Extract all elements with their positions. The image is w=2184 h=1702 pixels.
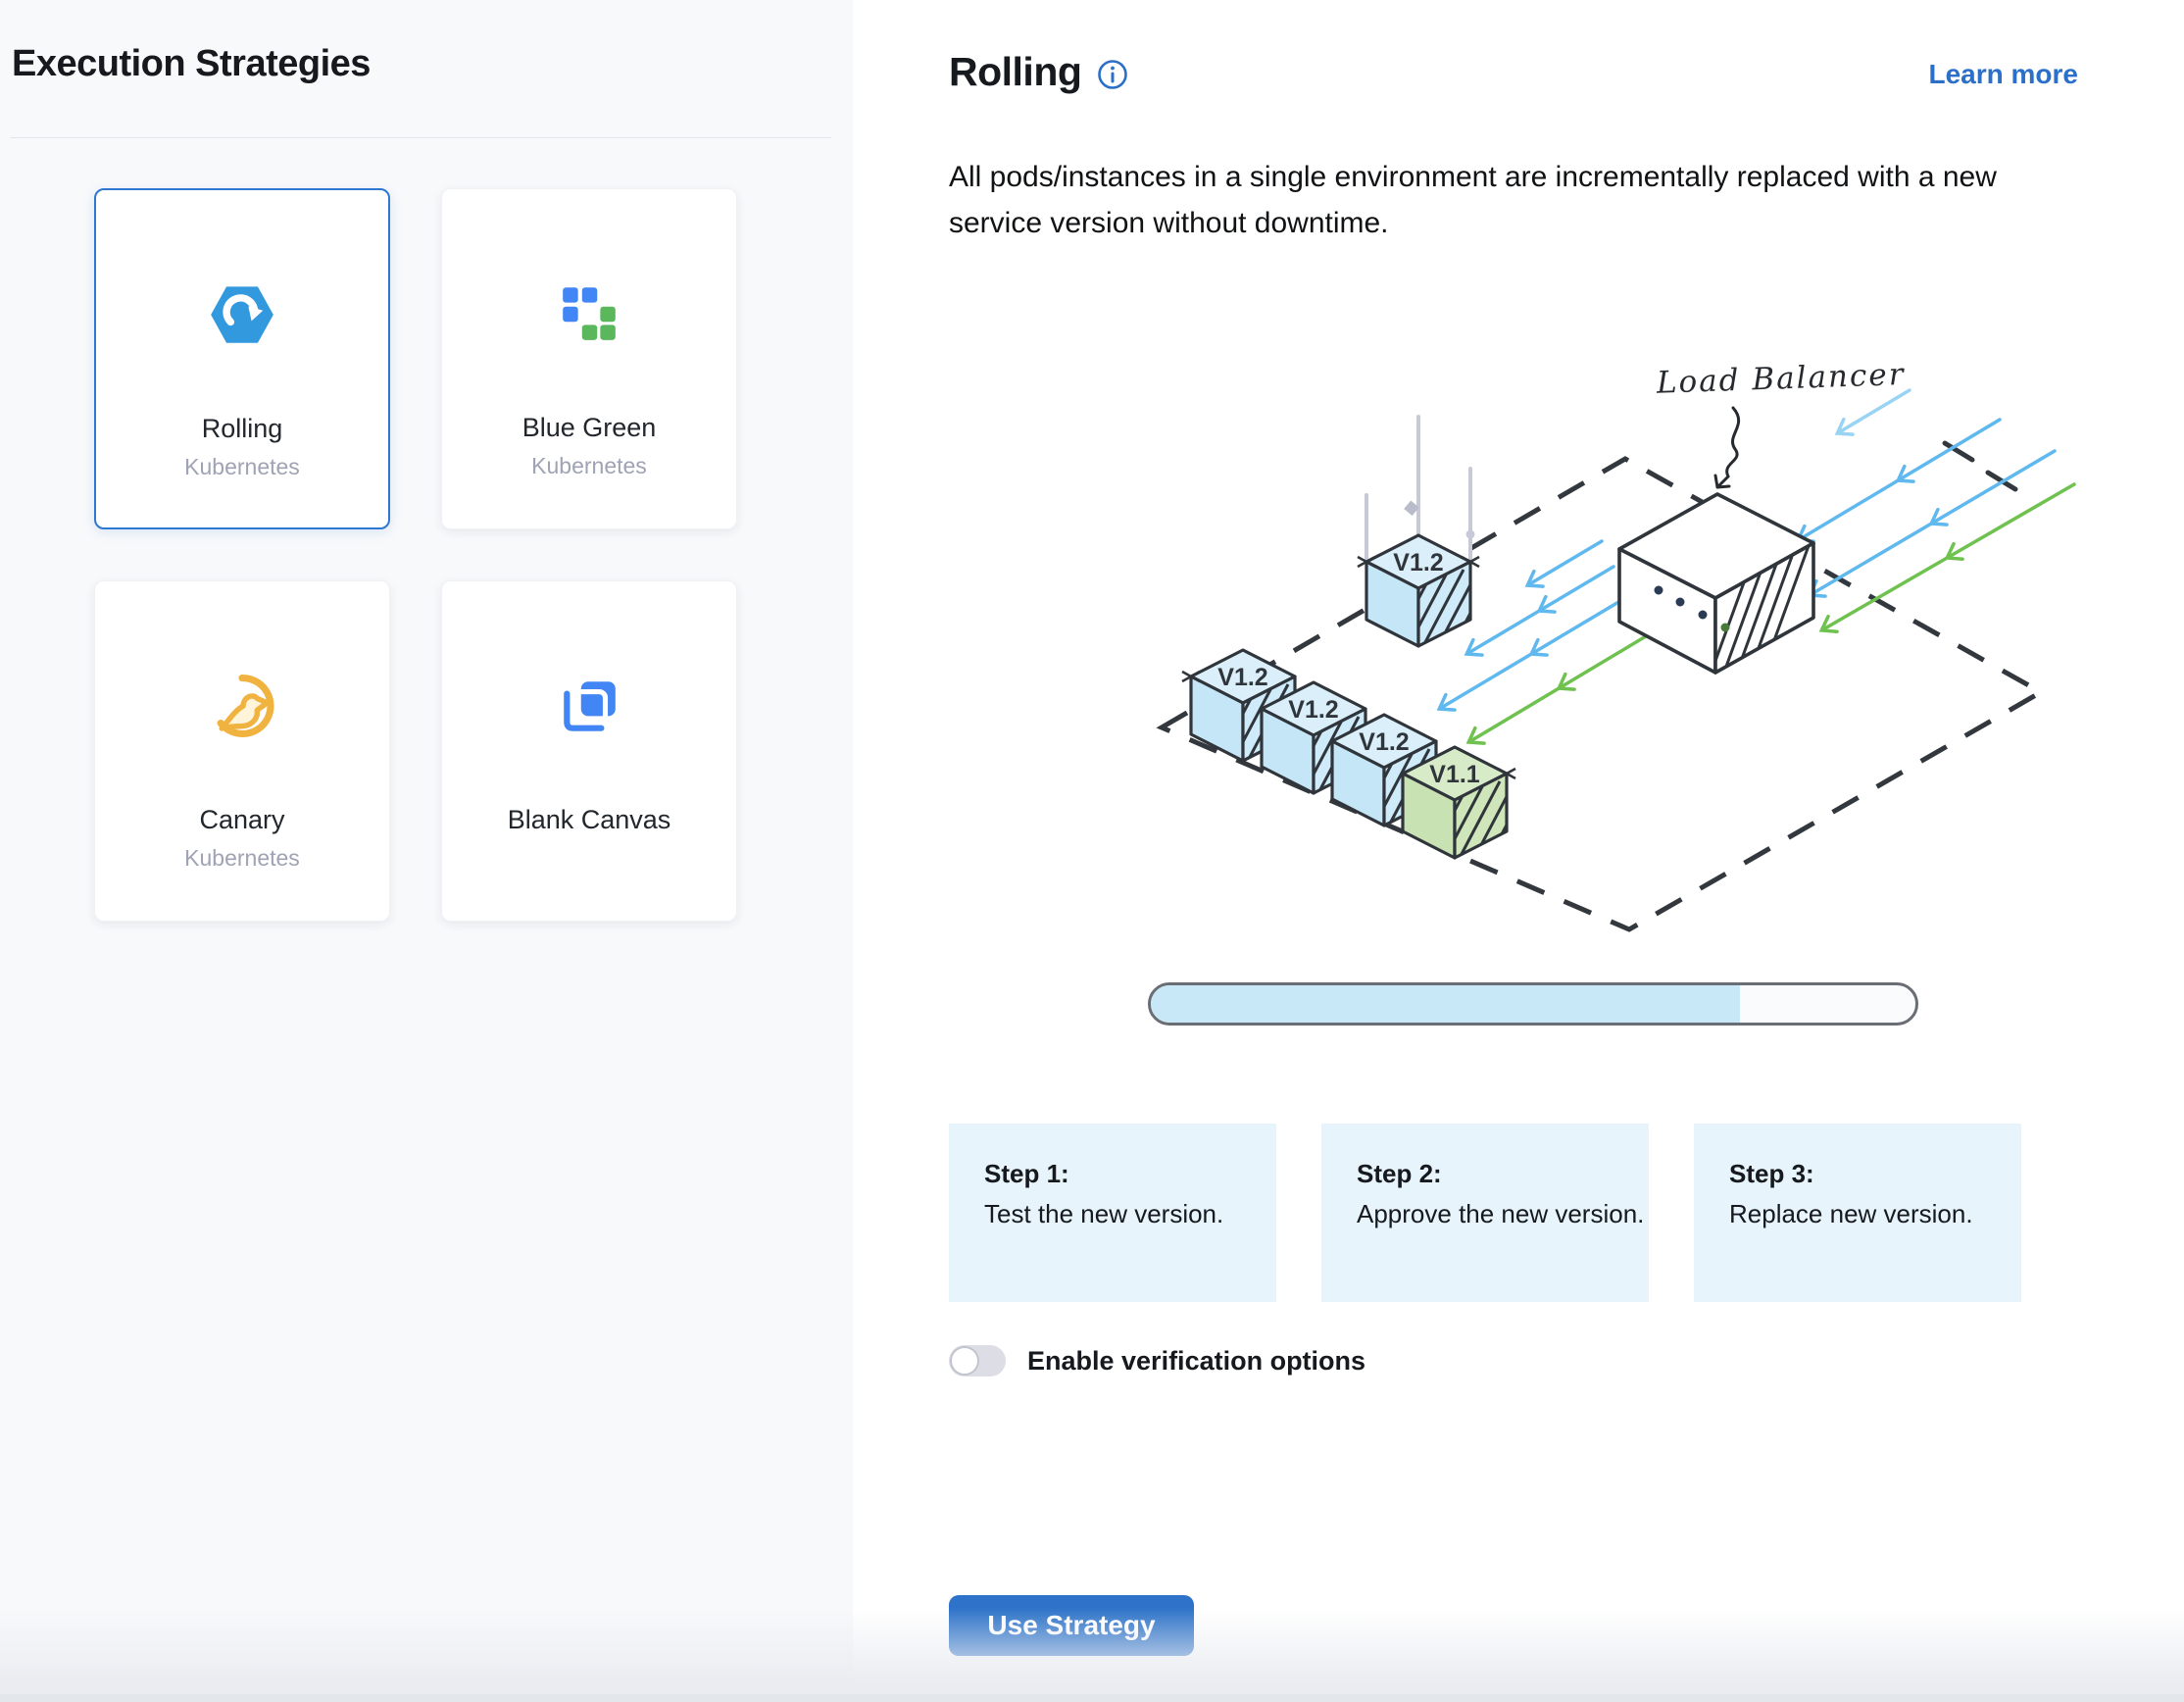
strategy-card-title: Blank Canvas (508, 805, 671, 835)
rollout-progress-bar (1148, 982, 1918, 1026)
cube-version-label: V1.2 (1359, 728, 1409, 756)
strategy-detail-panel: Rolling Learn more All pods/instances in… (853, 0, 2184, 1702)
learn-more-link[interactable]: Learn more (1929, 59, 2079, 90)
steps-row: Step 1: Test the new version. Step 2: Ap… (949, 1124, 2021, 1302)
step-description: Test the new version. (984, 1199, 1276, 1229)
strategy-card-canary[interactable]: Canary Kubernetes (94, 580, 390, 922)
strategy-card-rolling[interactable]: Rolling Kubernetes (94, 188, 390, 529)
label-squiggle-arrow (1715, 408, 1739, 487)
hover-cube-v12: V1.2 (1358, 535, 1487, 656)
step-title: Step 3: (1729, 1159, 2021, 1189)
step-title: Step 2: (1357, 1159, 1649, 1189)
pod-cube-v11: V1.1 (1403, 747, 1523, 868)
execution-strategies-panel: Execution Strategies Rolling Kubernetes (0, 0, 854, 1702)
step-card-3: Step 3: Replace new version. (1694, 1124, 2021, 1302)
blue-green-icon (557, 279, 621, 348)
strategy-card-blue-green[interactable]: Blue Green Kubernetes (441, 188, 737, 529)
verification-toggle-label: Enable verification options (1027, 1346, 1365, 1377)
strategy-card-title: Canary (199, 805, 284, 835)
load-balancer-box (1619, 494, 1817, 682)
rolling-icon (209, 280, 275, 349)
strategy-card-blank-canvas[interactable]: Blank Canvas (441, 580, 737, 922)
strategy-detail-title: Rolling (949, 49, 1081, 95)
step-card-2: Step 2: Approve the new version. (1321, 1124, 1649, 1302)
step-description: Approve the new version. (1357, 1199, 1649, 1229)
strategy-card-title: Blue Green (522, 413, 657, 443)
info-icon[interactable] (1097, 59, 1128, 90)
strategy-card-subtitle: Kubernetes (531, 453, 647, 479)
incoming-traffic-arrows (1800, 390, 2074, 629)
load-balancer-label: Load Balancer (1655, 357, 1906, 401)
cube-version-label: V1.2 (1288, 696, 1338, 724)
detail-header: Rolling Learn more (949, 49, 2078, 95)
verification-toggle-row: Enable verification options (949, 1345, 1365, 1377)
blank-canvas-icon (557, 672, 621, 740)
strategy-card-subtitle: Kubernetes (184, 845, 300, 872)
canary-icon (208, 672, 276, 740)
enable-verification-toggle[interactable] (949, 1345, 1006, 1377)
cube-version-label: V1.2 (1217, 664, 1267, 691)
strategy-description: All pods/instances in a single environme… (949, 155, 2091, 246)
step-title: Step 1: (984, 1159, 1276, 1189)
step-description: Replace new version. (1729, 1199, 2021, 1229)
cube-version-label: V1.2 (1393, 549, 1443, 576)
strategy-card-title: Rolling (202, 414, 283, 444)
page-title: Execution Strategies (12, 43, 371, 85)
use-strategy-button[interactable]: Use Strategy (949, 1595, 1194, 1656)
rolling-deployment-illustration: Load Balancer (1078, 324, 2078, 961)
strategy-card-grid: Rolling Kubernetes Blue Green Kubernetes (94, 188, 737, 922)
toggle-knob (950, 1346, 979, 1376)
divider (10, 137, 831, 138)
cube-version-label: V1.1 (1429, 761, 1480, 788)
strategy-card-subtitle: Kubernetes (184, 454, 300, 480)
rollout-progress-fill (1151, 985, 1740, 1023)
step-card-1: Step 1: Test the new version. (949, 1124, 1276, 1302)
